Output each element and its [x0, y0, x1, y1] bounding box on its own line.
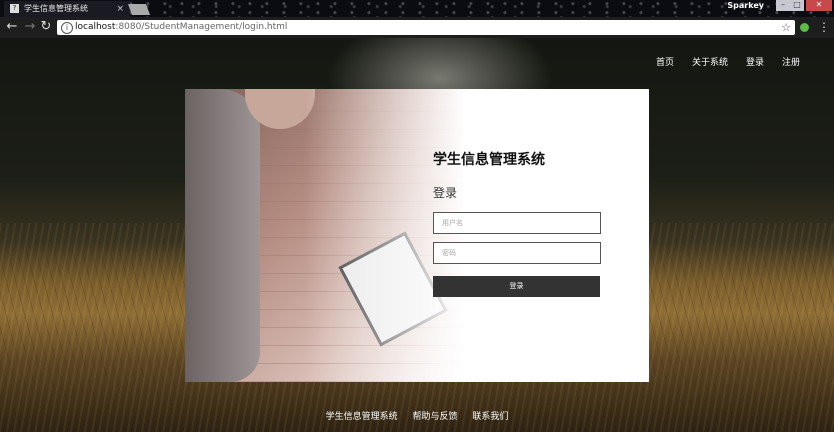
- username-input[interactable]: [433, 212, 601, 234]
- footer: 学生信息管理系统 帮助与反馈 联系我们: [0, 409, 834, 422]
- password-input[interactable]: [433, 242, 601, 264]
- footer-link-system[interactable]: 学生信息管理系统: [326, 412, 398, 422]
- footer-link-contact[interactable]: 联系我们: [472, 412, 508, 422]
- person-shape: [185, 89, 260, 382]
- photo-fade: [305, 89, 475, 382]
- minimize-button[interactable]: –: [776, 0, 790, 11]
- forward-icon[interactable]: →: [22, 19, 38, 35]
- nav-login-link[interactable]: 登录: [746, 55, 764, 68]
- top-nav: 首页 关于系统 登录 注册: [656, 55, 800, 68]
- address-bar[interactable]: i localhost:8080/StudentManagement/login…: [57, 20, 795, 35]
- footer-link-help[interactable]: 帮助与反馈: [412, 412, 457, 422]
- bookmark-star-icon[interactable]: ☆: [781, 20, 791, 35]
- reading-woman-photo: [185, 89, 475, 382]
- url-path: :8080/StudentManagement/login.html: [115, 22, 288, 32]
- new-tab-button[interactable]: [127, 4, 151, 15]
- nav-home-link[interactable]: 首页: [656, 55, 674, 68]
- url-text: localhost:8080/StudentManagement/login.h…: [75, 20, 287, 35]
- maximize-button[interactable]: □: [790, 0, 804, 11]
- browser-tab[interactable]: ? 学生信息管理系统 ×: [4, 1, 130, 17]
- nav-register-link[interactable]: 注册: [782, 55, 800, 68]
- extension-icon[interactable]: [800, 23, 809, 32]
- login-subtitle: 登录: [433, 186, 458, 200]
- login-card: [185, 89, 649, 382]
- nav-about-link[interactable]: 关于系统: [692, 55, 728, 68]
- reload-icon[interactable]: ↻: [38, 19, 54, 35]
- back-icon[interactable]: ←: [4, 19, 20, 35]
- url-host: localhost: [75, 22, 116, 32]
- login-button[interactable]: 登录: [433, 276, 600, 297]
- browser-tab-bar: ? 学生信息管理系统 × Sparkey – □ ✕: [0, 0, 834, 17]
- profile-name[interactable]: Sparkey: [727, 1, 764, 10]
- browser-toolbar: ← → ↻ i localhost:8080/StudentManagement…: [0, 17, 834, 38]
- window-close-button[interactable]: ✕: [806, 0, 832, 11]
- login-title: 学生信息管理系统: [433, 152, 545, 168]
- favicon-icon: ?: [10, 4, 19, 13]
- tab-title: 学生信息管理系统: [24, 4, 88, 13]
- browser-menu-icon[interactable]: ⋮: [818, 19, 830, 35]
- site-info-icon[interactable]: i: [61, 22, 73, 34]
- tab-close-icon[interactable]: ×: [116, 1, 124, 17]
